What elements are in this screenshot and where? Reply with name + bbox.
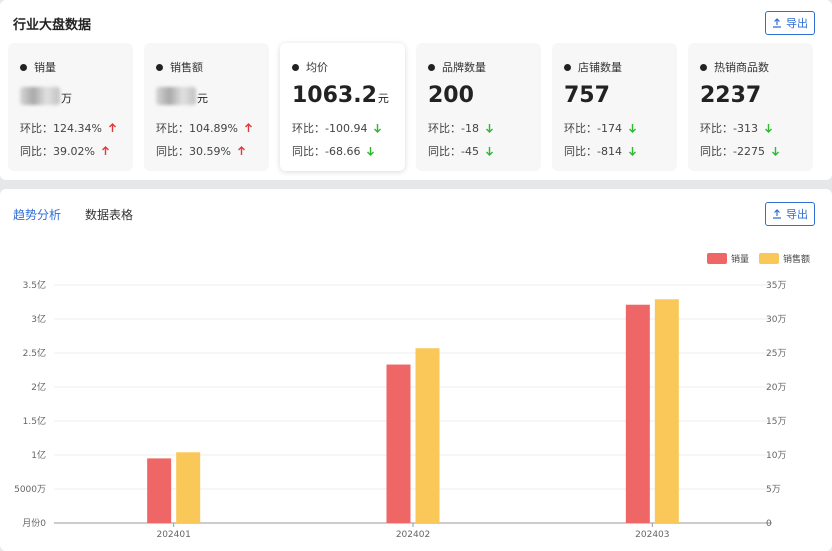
- metric-yoy: 同比：39.02%: [20, 143, 110, 159]
- metric-name: 品牌数量: [428, 59, 486, 75]
- blurred-value: [20, 87, 60, 105]
- bullet-dot-icon: [428, 63, 435, 71]
- metric-unit: 元: [377, 92, 389, 105]
- legend-label: 销售额: [783, 253, 810, 265]
- arrow-down-icon: [628, 124, 636, 133]
- arrow-down-icon: [771, 147, 779, 156]
- metric-yoy: 同比：30.59%: [156, 143, 246, 159]
- section-title: 行业大盘数据: [13, 18, 92, 33]
- metric-card[interactable]: 热销商品数 2237 环比：-313 同比：-2275: [688, 43, 813, 171]
- metric-unit: 万: [61, 92, 72, 105]
- x-tick-label: 202401: [156, 530, 190, 540]
- bar-sales: [147, 458, 172, 523]
- metric-mom: 环比：104.89%: [156, 120, 253, 136]
- bullet-dot-icon: [700, 63, 707, 71]
- metric-card[interactable]: 均价 1063.2元环比：-100.94 同比：-68.66: [280, 43, 405, 171]
- arrow-up-icon: [101, 146, 109, 155]
- y-tick-right: 15万: [766, 417, 786, 427]
- tab-trend-analysis[interactable]: 趋势分析: [13, 206, 61, 223]
- bullet-dot-icon: [292, 63, 299, 71]
- bullet-dot-icon: [20, 63, 27, 71]
- metric-unit: 元: [197, 92, 208, 105]
- arrow-down-icon: [374, 124, 382, 133]
- metric-cards: 销量万环比：124.34% 同比：39.02% 销售额元环比：104.89% 同比：3…: [8, 43, 832, 171]
- metric-name: 热销商品数: [700, 59, 769, 75]
- y-tick-left: 2亿: [31, 381, 46, 393]
- metric-yoy: 同比：-2275: [700, 143, 780, 159]
- trend-bar-chart: 销量 销售额月份0 0 5000万 5万 1亿 10万 1.5亿 15万 2亿 20万 2.5亿 25万…: [14, 253, 810, 540]
- arrow-down-icon: [485, 124, 493, 133]
- metric-value: 万: [20, 83, 72, 108]
- metric-name: 销售额: [156, 59, 203, 75]
- arrow-down-icon: [628, 147, 636, 156]
- tab-data-table[interactable]: 数据表格: [85, 206, 133, 223]
- y-tick-right: 5万: [766, 485, 781, 495]
- legend-swatch: [707, 253, 727, 264]
- upload-icon: [773, 18, 781, 28]
- legend-swatch: [759, 253, 779, 264]
- metric-yoy: 同比：-45: [428, 143, 494, 159]
- bar-revenue: [176, 452, 201, 523]
- arrow-up-icon: [244, 123, 252, 132]
- export-label: 导出: [786, 208, 808, 221]
- bar-sales: [386, 364, 411, 523]
- metric-value: 元: [156, 83, 208, 108]
- y-tick-left: 5000万: [14, 485, 46, 495]
- y-tick-right: 35万: [766, 281, 786, 291]
- metric-mom: 环比：-18: [428, 120, 494, 136]
- arrow-up-icon: [108, 123, 116, 132]
- blurred-value: [156, 87, 196, 105]
- y-tick-left: 2.5亿: [23, 347, 46, 359]
- y-tick-left: 3.5亿: [23, 279, 46, 291]
- arrow-down-icon: [764, 124, 772, 133]
- metric-value: 1063.2元: [292, 83, 389, 108]
- y-tick-right: 0: [766, 519, 772, 529]
- y-tick-right: 20万: [766, 383, 786, 393]
- metric-mom: 环比：-100.94: [292, 120, 382, 136]
- bullet-dot-icon: [156, 63, 163, 71]
- upload-icon: [773, 209, 781, 219]
- metric-card[interactable]: 店铺数量 757 环比：-174 同比：-814: [552, 43, 677, 171]
- metric-name: 销量: [20, 59, 56, 75]
- bar-sales: [625, 304, 650, 523]
- legend-label: 销量: [731, 253, 749, 265]
- metric-card[interactable]: 品牌数量 200 环比：-18 同比：-45: [416, 43, 541, 171]
- arrow-up-icon: [237, 146, 245, 155]
- bar-revenue: [415, 348, 440, 523]
- y-tick-right: 25万: [766, 349, 786, 359]
- y-tick-left: 1亿: [31, 449, 46, 461]
- bullet-dot-icon: [564, 63, 571, 71]
- view-tabs: 趋势分析 数据表格: [13, 206, 133, 223]
- y-tick-right: 10万: [766, 451, 786, 461]
- y-tick-left: 月份0: [22, 517, 46, 529]
- metric-mom: 环比：124.34%: [20, 120, 117, 136]
- industry-overview-panel: 行业大盘数据 导出 销量万环比：124.34% 同比：39.02% 销售额元环比：1…: [0, 0, 832, 180]
- metric-card[interactable]: 销量万环比：124.34% 同比：39.02%: [8, 43, 133, 171]
- metric-value: 757: [564, 83, 610, 108]
- metric-mom: 环比：-174: [564, 120, 637, 136]
- metric-yoy: 同比：-814: [564, 143, 637, 159]
- y-tick-left: 1.5亿: [23, 415, 46, 427]
- x-tick-label: 202402: [396, 530, 430, 540]
- metric-yoy: 同比：-68.66: [292, 143, 375, 159]
- metric-value: 200: [428, 83, 474, 108]
- bar-revenue: [654, 299, 679, 523]
- export-button-top[interactable]: 导出: [765, 11, 815, 35]
- export-label: 导出: [786, 17, 808, 30]
- y-tick-right: 30万: [766, 315, 786, 325]
- metric-name: 均价: [292, 59, 328, 75]
- metric-value: 2237: [700, 83, 762, 108]
- metric-card[interactable]: 销售额元环比：104.89% 同比：30.59%: [144, 43, 269, 171]
- export-button-bottom[interactable]: 导出: [765, 202, 815, 226]
- arrow-down-icon: [485, 147, 493, 156]
- metric-name: 店铺数量: [564, 59, 622, 75]
- arrow-down-icon: [367, 147, 375, 156]
- x-tick-label: 202403: [635, 530, 669, 540]
- y-tick-left: 3亿: [31, 313, 46, 325]
- metric-mom: 环比：-313: [700, 120, 773, 136]
